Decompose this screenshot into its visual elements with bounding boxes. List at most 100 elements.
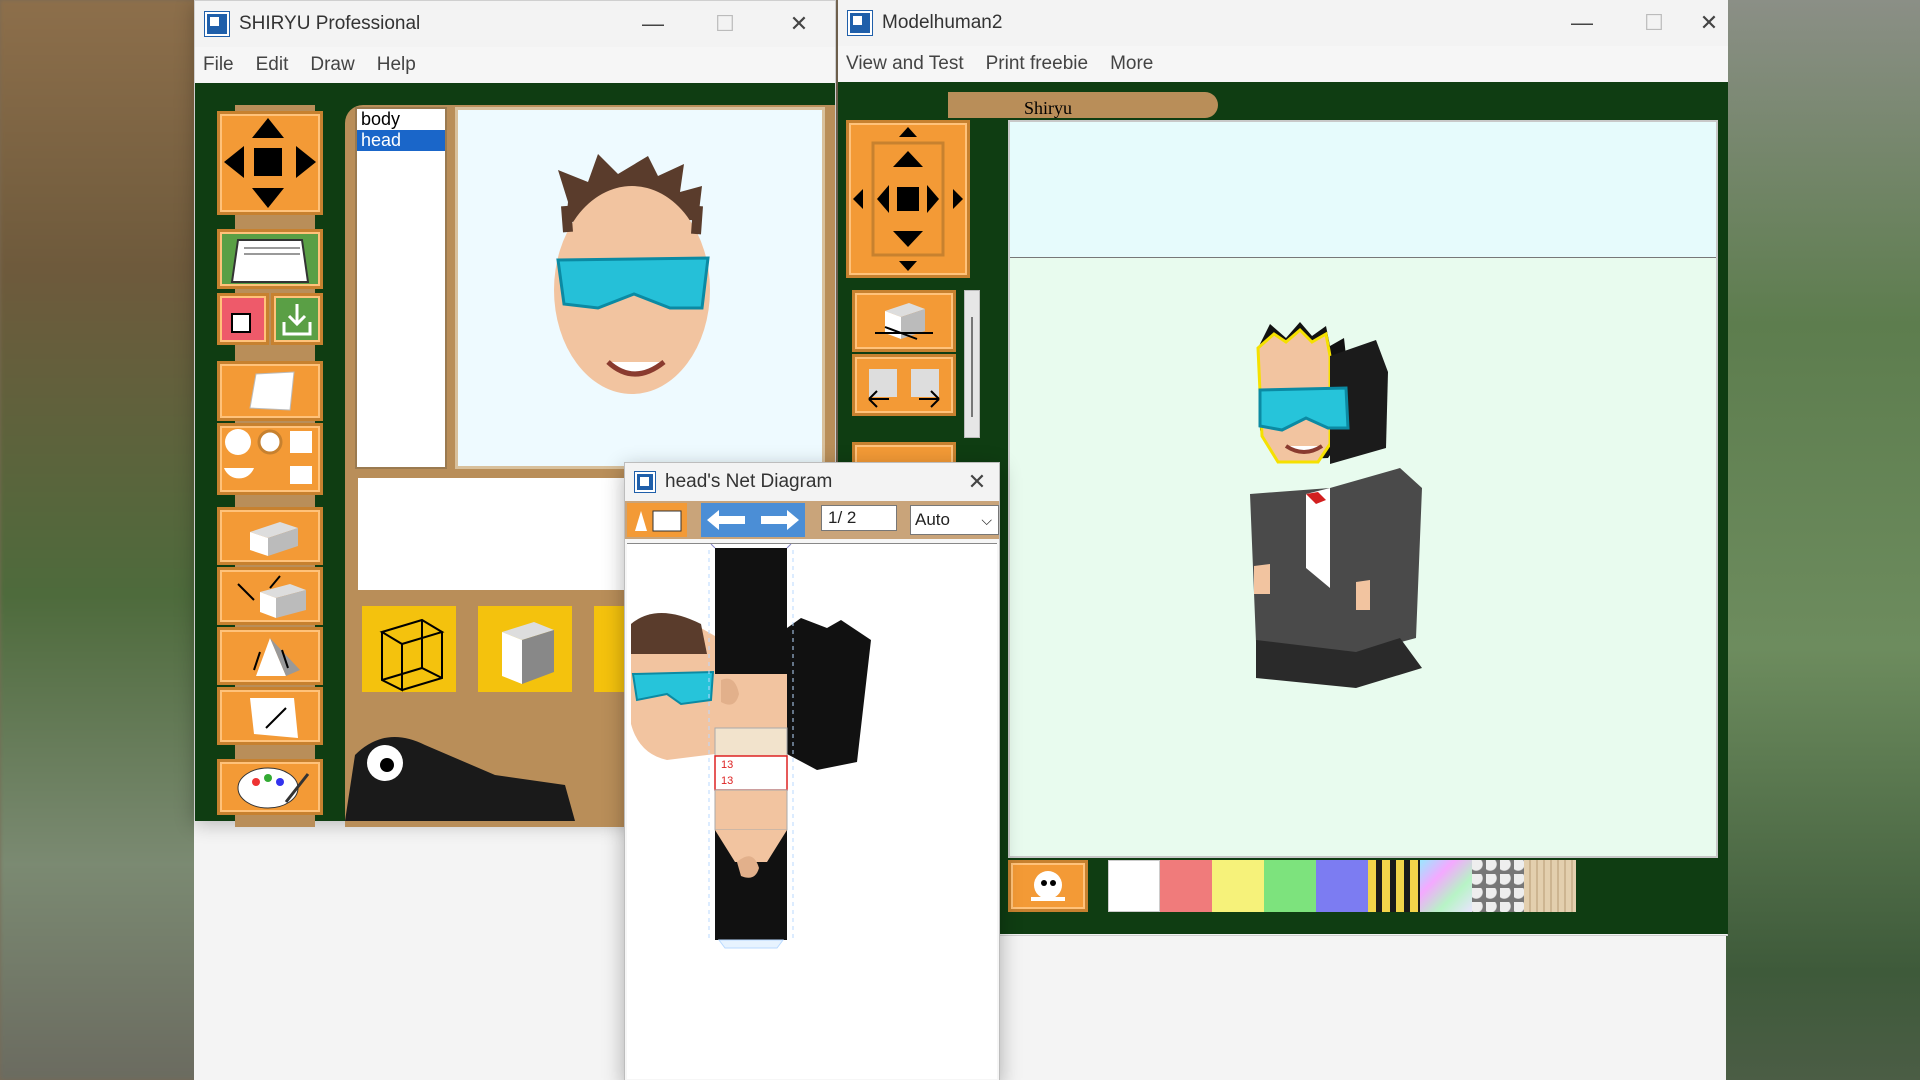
view-rotate-pad[interactable] bbox=[846, 120, 970, 278]
shapes-button[interactable] bbox=[217, 423, 323, 495]
swatch-green[interactable] bbox=[1264, 860, 1316, 912]
menubar: File Edit Draw Help bbox=[195, 47, 835, 83]
window-title: SHIRYU Professional bbox=[239, 13, 421, 34]
minimize-button[interactable]: — bbox=[617, 1, 689, 47]
arrow-right-icon bbox=[761, 510, 799, 530]
palette-button[interactable] bbox=[217, 759, 323, 815]
paint-icon bbox=[231, 313, 251, 333]
parts-list[interactable]: body head bbox=[355, 107, 447, 469]
papercraft-model-3d bbox=[1250, 322, 1422, 688]
box-extrude-button[interactable] bbox=[217, 507, 323, 565]
solid-view-button[interactable] bbox=[475, 603, 575, 695]
arrow-left-icon bbox=[707, 510, 745, 530]
vertical-scrollbar[interactable] bbox=[964, 290, 980, 438]
swatch-white[interactable] bbox=[1108, 860, 1160, 912]
desktop-wallpaper-left bbox=[0, 0, 200, 1080]
close-button[interactable]: ✕ bbox=[763, 1, 835, 47]
swatch-red[interactable] bbox=[1160, 860, 1212, 912]
swatch-yellow[interactable] bbox=[1212, 860, 1264, 912]
import-button[interactable] bbox=[271, 293, 323, 345]
minimize-button[interactable]: — bbox=[1546, 0, 1618, 46]
view-horizon bbox=[1010, 122, 1716, 258]
net-diagram-dialog: head's Net Diagram ✕ 1/ 2 Auto ⌵ 13 13 bbox=[624, 462, 1000, 1080]
menu-file[interactable]: File bbox=[203, 54, 234, 76]
head-preview-image bbox=[554, 154, 710, 394]
part-preview[interactable] bbox=[455, 107, 825, 469]
close-button[interactable]: ✕ bbox=[1690, 0, 1728, 46]
texture-button[interactable] bbox=[217, 293, 269, 345]
flatten-icon bbox=[250, 698, 298, 738]
dialog-title: head's Net Diagram bbox=[665, 471, 833, 492]
app-icon bbox=[205, 12, 229, 36]
cube-icon bbox=[250, 522, 298, 556]
app-icon bbox=[848, 11, 872, 35]
page-nav-buttons bbox=[701, 503, 805, 537]
swatch-blue[interactable] bbox=[1316, 860, 1368, 912]
open-folder-button[interactable] bbox=[217, 229, 323, 289]
paper-icon bbox=[249, 371, 295, 411]
flatten-button[interactable] bbox=[217, 687, 323, 745]
zoom-select[interactable]: Auto ⌵ bbox=[910, 505, 999, 535]
menu-view-and-test[interactable]: View and Test bbox=[846, 53, 964, 75]
maximize-button[interactable]: ☐ bbox=[1618, 0, 1690, 46]
titlebar[interactable]: Modelhuman2 — ☐ ✕ bbox=[838, 0, 1728, 46]
menu-print-freebie[interactable]: Print freebie bbox=[986, 53, 1088, 75]
glue-label-bottom: 13 bbox=[721, 775, 733, 787]
print-button[interactable] bbox=[627, 503, 687, 537]
scale-icon bbox=[237, 575, 306, 618]
swatch-pattern-iridescent[interactable] bbox=[1420, 860, 1472, 912]
print-icon bbox=[635, 510, 682, 532]
swatch-pattern-wood[interactable] bbox=[1524, 860, 1576, 912]
next-page-button[interactable] bbox=[753, 503, 805, 537]
taper-button[interactable] bbox=[217, 627, 323, 685]
folder-icon bbox=[230, 239, 310, 283]
mascot-icon bbox=[1031, 871, 1065, 901]
menu-more[interactable]: More bbox=[1110, 53, 1153, 75]
mascot-button[interactable] bbox=[1008, 860, 1088, 912]
move-arrows-button[interactable] bbox=[217, 111, 323, 215]
head-net-diagram: 13 13 bbox=[631, 543, 871, 949]
swap-icon bbox=[875, 303, 933, 340]
wireframe-cube-icon bbox=[379, 618, 445, 692]
glue-label-top: 13 bbox=[721, 759, 733, 771]
mascot-illustration bbox=[345, 737, 575, 821]
dialog-toolbar: 1/ 2 Auto ⌵ bbox=[625, 501, 999, 539]
palette-icon bbox=[237, 767, 310, 809]
paper-button[interactable] bbox=[217, 361, 323, 421]
titlebar[interactable]: SHIRYU Professional — ☐ ✕ bbox=[195, 1, 835, 47]
close-button[interactable]: ✕ bbox=[955, 463, 999, 501]
separate-icon bbox=[868, 369, 940, 408]
tab-strip bbox=[948, 92, 1218, 118]
3d-view[interactable] bbox=[1008, 120, 1718, 858]
list-item-body[interactable]: body bbox=[357, 109, 445, 130]
menu-help[interactable]: Help bbox=[377, 54, 416, 76]
menu-draw[interactable]: Draw bbox=[310, 54, 354, 76]
move-arrows-icon bbox=[224, 118, 316, 208]
shapes-icon bbox=[224, 429, 312, 484]
maximize-button[interactable]: ☐ bbox=[689, 1, 761, 47]
wireframe-view-button[interactable] bbox=[359, 603, 459, 695]
prev-page-button[interactable] bbox=[701, 503, 751, 537]
zoom-select-value: Auto bbox=[915, 510, 950, 529]
swap-parts-button[interactable] bbox=[852, 290, 956, 352]
taper-icon bbox=[253, 638, 300, 676]
swatch-pattern-gravel[interactable] bbox=[1472, 860, 1524, 912]
menu-edit[interactable]: Edit bbox=[256, 54, 289, 76]
separate-parts-button[interactable] bbox=[852, 354, 956, 416]
page-indicator: 1/ 2 bbox=[821, 505, 897, 531]
app-icon bbox=[635, 472, 655, 492]
menubar: View and Test Print freebie More bbox=[838, 46, 1728, 82]
desktop-wallpaper-right bbox=[1720, 0, 1920, 1080]
color-swatch-bar bbox=[1108, 860, 1578, 912]
scrollbar-thumb[interactable] bbox=[971, 317, 973, 417]
net-diagram-canvas[interactable]: 13 13 bbox=[627, 543, 997, 1079]
box-scale-button[interactable] bbox=[217, 567, 323, 625]
list-item-head[interactable]: head bbox=[357, 130, 445, 151]
tab-shiryu[interactable]: Shiryu bbox=[1024, 98, 1072, 119]
solid-cube-icon bbox=[502, 622, 554, 684]
rotate-arrows-icon bbox=[853, 127, 963, 271]
swatch-pattern-stripes[interactable] bbox=[1368, 860, 1420, 912]
chevron-down-icon: ⌵ bbox=[981, 512, 992, 528]
dialog-titlebar[interactable]: head's Net Diagram ✕ bbox=[625, 463, 999, 501]
download-icon bbox=[282, 304, 312, 336]
